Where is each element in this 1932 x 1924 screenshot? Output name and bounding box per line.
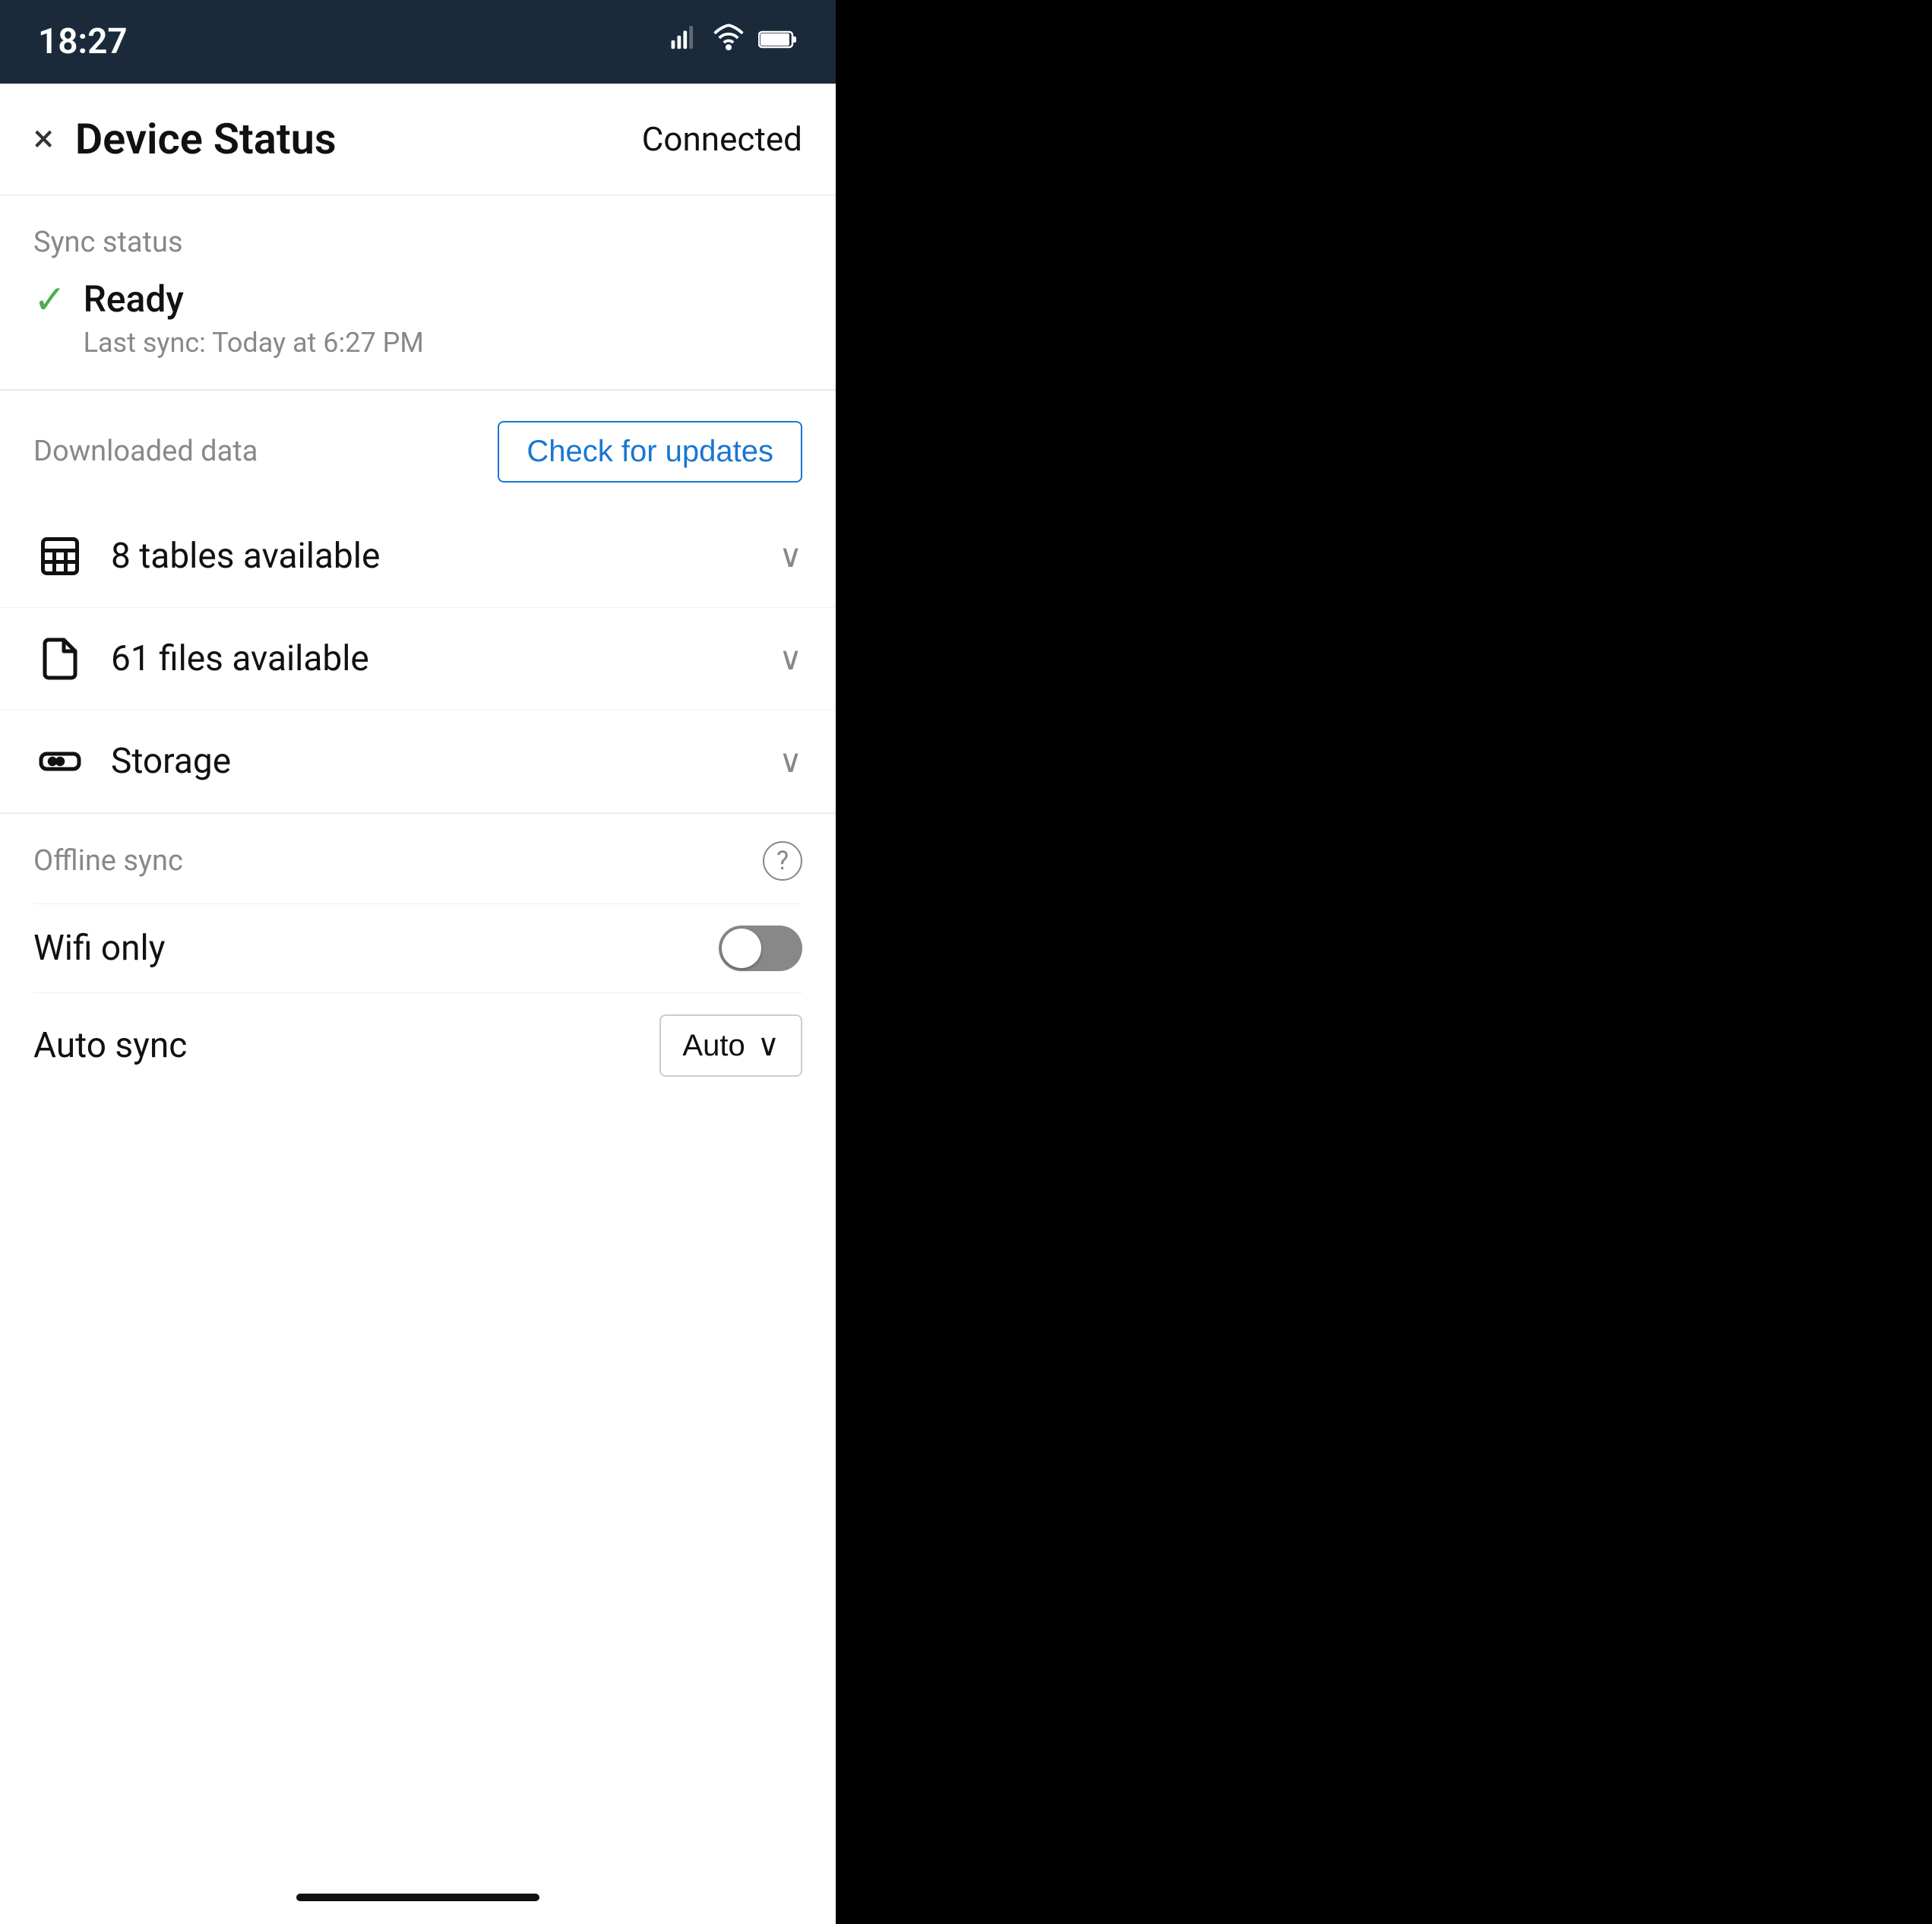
files-label: 61 files available	[111, 638, 779, 679]
wifi-only-toggle[interactable]	[719, 926, 802, 971]
signal-icon	[670, 24, 699, 60]
check-updates-button[interactable]: Check for updates	[498, 421, 802, 483]
sync-status-section: Sync status ✓ Ready Last sync: Today at …	[0, 195, 836, 389]
help-icon[interactable]: ?	[763, 841, 802, 881]
offline-section-label: Offline sync	[33, 844, 183, 878]
tables-row[interactable]: 8 tables available ∨	[0, 505, 836, 608]
sync-text-block: Ready Last sync: Today at 6:27 PM	[84, 277, 424, 359]
storage-label: Storage	[111, 741, 779, 782]
auto-sync-dropdown[interactable]: Auto ∨	[659, 1014, 802, 1077]
downloaded-section-label: Downloaded data	[33, 435, 258, 468]
auto-sync-row: Auto sync Auto ∨	[33, 992, 802, 1098]
storage-chevron-icon: ∨	[779, 742, 802, 780]
wifi-icon	[713, 22, 745, 62]
connection-status: Connected	[642, 119, 802, 159]
sync-ready-label: Ready	[84, 277, 424, 321]
close-button[interactable]: ×	[33, 120, 54, 158]
sync-last-label: Last sync: Today at 6:27 PM	[84, 327, 424, 359]
storage-icon	[33, 735, 87, 788]
files-chevron-icon: ∨	[779, 640, 802, 678]
wifi-only-label: Wifi only	[33, 928, 166, 969]
files-row[interactable]: 61 files available ∨	[0, 608, 836, 710]
tables-label: 8 tables available	[111, 536, 779, 577]
check-icon: ✓	[33, 280, 67, 320]
status-time: 18:27	[38, 21, 128, 62]
sync-status-row: ✓ Ready Last sync: Today at 6:27 PM	[33, 277, 802, 389]
black-panel	[836, 0, 1932, 1924]
dropdown-chevron-icon: ∨	[757, 1028, 779, 1063]
status-icons	[670, 22, 798, 62]
auto-sync-value: Auto	[682, 1029, 745, 1063]
battery-icon	[758, 25, 798, 59]
home-indicator	[296, 1894, 539, 1901]
sync-section-label: Sync status	[33, 226, 802, 259]
file-icon	[33, 632, 87, 685]
offline-sync-section: Offline sync ? Wifi only Auto sync Auto …	[0, 814, 836, 1098]
status-bar: 18:27	[0, 0, 836, 84]
offline-header-row: Offline sync ?	[33, 841, 802, 881]
page-title: Device Status	[75, 114, 642, 164]
storage-row[interactable]: Storage ∨	[0, 710, 836, 813]
header: × Device Status Connected	[0, 84, 836, 195]
table-icon	[33, 530, 87, 583]
tables-chevron-icon: ∨	[779, 537, 802, 575]
downloaded-header: Downloaded data Check for updates	[0, 391, 836, 505]
wifi-only-row: Wifi only	[33, 903, 802, 992]
phone-panel: 18:27	[0, 0, 836, 1924]
auto-sync-label: Auto sync	[33, 1025, 187, 1066]
toggle-knob	[722, 929, 761, 968]
